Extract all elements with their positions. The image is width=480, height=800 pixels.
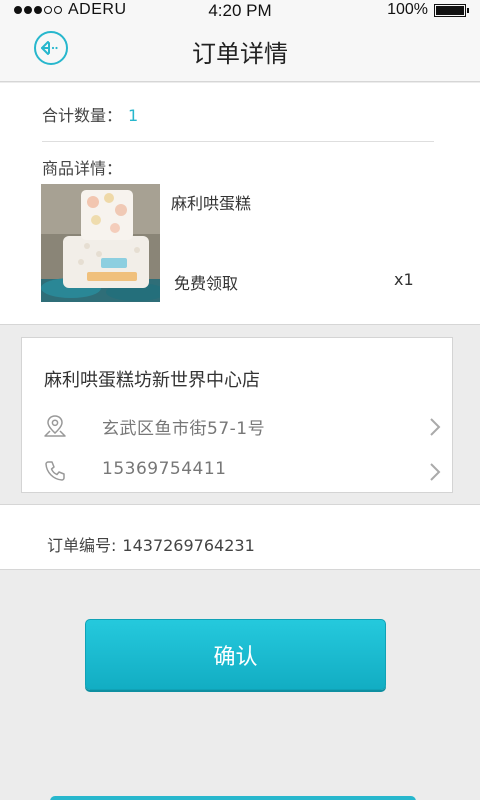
store-card: 麻利哄蛋糕坊新世界中心店 玄武区鱼市街57-1号 15369754411 <box>21 337 453 493</box>
store-address-row[interactable]: 玄武区鱼市街57-1号 <box>42 411 441 441</box>
product-count: x1 <box>394 270 414 289</box>
cake-photo <box>41 184 160 302</box>
phone-icon <box>45 461 65 481</box>
location-pin-icon <box>44 415 66 437</box>
store-name: 麻利哄蛋糕坊新世界中心店 <box>44 370 260 391</box>
status-bar: ADERU 4:20 PM 100% <box>0 0 480 22</box>
product-name: 麻利哄蛋糕 <box>171 194 252 213</box>
order-number-row: 订单编号: 1437269764231 <box>47 532 255 556</box>
chevron-right-icon <box>430 463 441 481</box>
product-image[interactable] <box>41 184 160 302</box>
store-address: 玄武区鱼市街57-1号 <box>102 419 266 439</box>
store-phone: 15369754411 <box>102 459 227 479</box>
quantity-label: 合计数量： <box>42 106 123 125</box>
order-number-section: 订单编号: 1437269764231 <box>0 504 480 570</box>
chevron-right-icon <box>430 418 441 436</box>
product-price: 免费领取 <box>174 274 239 293</box>
order-number-label: 订单编号: <box>47 536 117 555</box>
quantity-row: 合计数量： 1 <box>42 102 138 126</box>
battery-percent: 100% <box>387 1 428 18</box>
bottom-button-edge[interactable] <box>50 796 416 800</box>
confirm-button[interactable]: 确认 <box>85 619 386 690</box>
divider <box>42 141 434 142</box>
nav-bar: 订单详情 <box>0 22 480 82</box>
product-detail-label: 商品详情： <box>42 159 123 178</box>
battery-icon <box>434 3 469 17</box>
order-items-section: 合计数量： 1 商品详情： 麻利哄蛋糕 免费领取 x1 <box>0 83 480 325</box>
battery-status: 100% <box>387 1 469 19</box>
order-number-value: 1437269764231 <box>122 536 255 555</box>
store-phone-row[interactable]: 15369754411 <box>42 456 441 486</box>
quantity-value: 1 <box>128 106 139 125</box>
page-title: 订单详情 <box>192 40 288 68</box>
